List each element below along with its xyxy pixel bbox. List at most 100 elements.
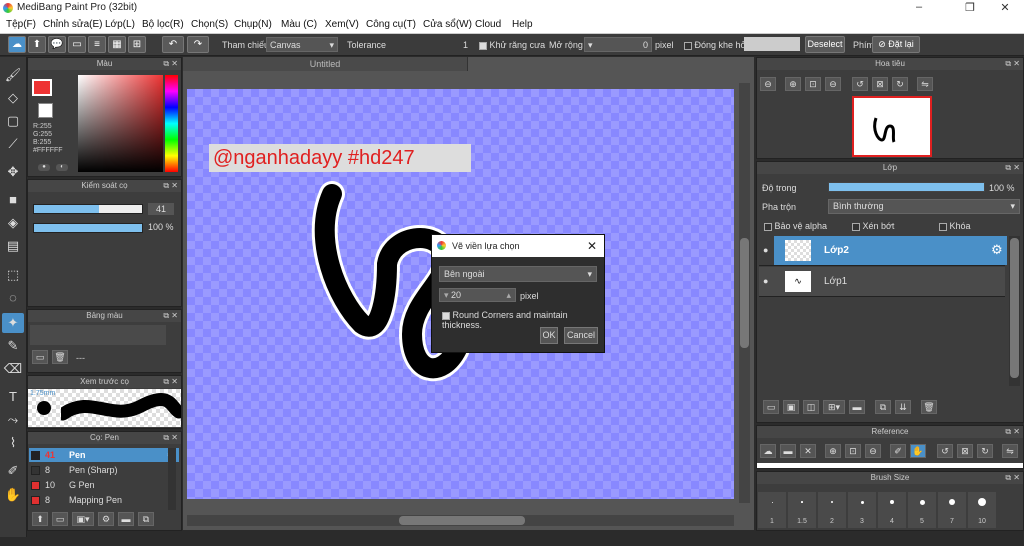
new-8bit-layer-icon[interactable]: ◫: [803, 400, 819, 414]
brush-item-mapping-pen[interactable]: 8 Mapping Pen: [29, 493, 179, 507]
rotate-left-icon[interactable]: ↺: [937, 444, 953, 458]
rotate-right-icon[interactable]: ↻: [977, 444, 993, 458]
eyedrop-color-icon[interactable]: ◐: [56, 164, 68, 171]
blend-mode-select[interactable]: Bình thường ▾: [828, 199, 1020, 214]
text-tool-icon[interactable]: T: [2, 387, 24, 407]
protect-alpha-checkbox[interactable]: Bảo vệ alpha: [764, 221, 827, 231]
select-eraser-tool-icon[interactable]: ⌫: [2, 359, 24, 379]
panel-close-icon[interactable]: ⧉ ✕: [163, 58, 178, 70]
hand-tool-icon[interactable]: ✋: [2, 485, 24, 505]
panel-close-icon[interactable]: ⧉ ✕: [1005, 58, 1020, 70]
dialog-close-icon[interactable]: ✕: [587, 235, 597, 257]
cloud-icon[interactable]: ☁: [760, 444, 776, 458]
layer-scrollbar[interactable]: [1009, 236, 1020, 386]
gear-icon[interactable]: ⚙: [991, 242, 1003, 258]
fit-icon[interactable]: ⊡: [845, 444, 861, 458]
undo-icon[interactable]: ↶: [162, 36, 184, 53]
layers-icon[interactable]: ⊞: [128, 36, 146, 53]
line-tool-icon[interactable]: ⟋: [2, 134, 24, 154]
rotate-left-icon[interactable]: ↺: [852, 77, 868, 91]
layer-opacity-bar[interactable]: [828, 182, 985, 192]
palette-area[interactable]: [30, 325, 166, 345]
saturation-value-picker[interactable]: [78, 75, 163, 172]
rectangle-tool-icon[interactable]: ▢: [2, 111, 24, 131]
operation-tool-icon[interactable]: ⤳: [2, 410, 24, 430]
deselect-button[interactable]: Deselect: [805, 36, 845, 53]
ok-button[interactable]: OK: [540, 327, 558, 344]
eye-icon[interactable]: ●: [763, 245, 768, 255]
brush-size-cell-10[interactable]: 10: [968, 492, 996, 528]
fit-canvas-icon[interactable]: ⊠: [957, 444, 973, 458]
panel-close-icon[interactable]: ⧉ ✕: [163, 310, 178, 322]
expand-input[interactable]: ▾ 0: [584, 37, 652, 52]
brush-item-g-pen[interactable]: 10 G Pen: [29, 478, 179, 492]
fit-icon[interactable]: ⊡: [805, 77, 821, 91]
clipping-checkbox[interactable]: Xén bớt: [852, 221, 894, 231]
minimize-button[interactable]: –: [904, 1, 934, 13]
layer-row[interactable]: ● ∿ Lớp1: [759, 267, 1005, 297]
hue-slider[interactable]: [165, 75, 178, 172]
save-icon[interactable]: ⬆: [28, 36, 46, 53]
new-layer-icon[interactable]: ▭: [763, 400, 779, 414]
foreground-color-swatch[interactable]: [32, 79, 52, 96]
brush-tool-icon[interactable]: 🖌: [2, 65, 24, 85]
gradient-tool-icon[interactable]: ▤: [2, 236, 24, 256]
eye-icon[interactable]: ●: [763, 276, 768, 286]
canvas-vertical-scrollbar[interactable]: [739, 83, 750, 503]
panel-close-icon[interactable]: ⧉ ✕: [1005, 472, 1020, 484]
brush-settings-icon[interactable]: ⚙: [98, 512, 114, 526]
close-window-button[interactable]: ✕: [990, 1, 1020, 14]
open-folder-icon[interactable]: ▬: [780, 444, 796, 458]
menu-select[interactable]: Chọn(S): [191, 19, 228, 30]
menu-tools[interactable]: Công cụ(T): [366, 19, 416, 30]
brush-size-cell-5[interactable]: 5: [908, 492, 936, 528]
new-brush-icon[interactable]: ▭: [52, 512, 68, 526]
canvas-horizontal-scrollbar[interactable]: [187, 515, 734, 526]
fill-rect-tool-icon[interactable]: ■: [2, 190, 24, 210]
brush-size-cell-7[interactable]: 7: [938, 492, 966, 528]
close-gap-field[interactable]: [744, 37, 800, 51]
new-palette-icon[interactable]: ▭: [32, 350, 48, 364]
duplicate-layer-icon[interactable]: ⧉: [875, 400, 891, 414]
hand-icon[interactable]: ✋: [910, 444, 926, 458]
canvas-tab[interactable]: Untitled: [183, 57, 468, 71]
canvas-hscroll-thumb[interactable]: [399, 516, 525, 525]
layer-row[interactable]: ● Lớp2 ⚙: [759, 236, 1007, 266]
flip-icon[interactable]: ⇋: [1002, 444, 1018, 458]
brush-size-cell-3[interactable]: 3: [848, 492, 876, 528]
menu-edit[interactable]: Chỉnh sửa(E): [43, 19, 103, 30]
panel-close-icon[interactable]: ⧉ ✕: [163, 180, 178, 192]
comment-icon[interactable]: 💬: [48, 36, 66, 53]
panel-close-icon[interactable]: ⧉ ✕: [163, 432, 178, 444]
brush-folder-icon[interactable]: ▬: [118, 512, 134, 526]
menu-filter[interactable]: Bộ lọc(R): [142, 19, 184, 30]
lasso-tool-icon[interactable]: ◌: [2, 288, 24, 308]
fit-canvas-icon[interactable]: ⊠: [872, 77, 888, 91]
layer-folder-icon[interactable]: ▬: [849, 400, 865, 414]
select-pen-tool-icon[interactable]: ✎: [2, 336, 24, 356]
menu-layer[interactable]: Lớp(L): [105, 19, 135, 30]
page-icon[interactable]: ▭: [68, 36, 86, 53]
brush-size-cell-2[interactable]: 2: [818, 492, 846, 528]
panel-close-icon[interactable]: ⧉ ✕: [163, 376, 178, 388]
eyedropper-icon[interactable]: ✐: [890, 444, 906, 458]
brush-menu-icon[interactable]: ▣▾: [72, 512, 94, 526]
restore-button[interactable]: ❐: [955, 1, 985, 14]
merge-layer-icon[interactable]: ⇊: [895, 400, 911, 414]
brush-size-cell-4[interactable]: 4: [878, 492, 906, 528]
bucket-tool-icon[interactable]: ◈: [2, 213, 24, 233]
brush-size-cell-1.5[interactable]: 1.5: [788, 492, 816, 528]
zoom-out-icon[interactable]: ⊖: [825, 77, 841, 91]
menu-window[interactable]: Cửa sổ(W): [423, 19, 472, 30]
stroke-width-input[interactable]: ▾ 20 ▴: [439, 288, 516, 302]
rotate-right-icon[interactable]: ↻: [892, 77, 908, 91]
navigator-thumbnail[interactable]: [852, 96, 932, 157]
dropper-tool-icon[interactable]: ⌇: [2, 433, 24, 453]
add-brush-icon[interactable]: ⬆: [32, 512, 48, 526]
flip-icon[interactable]: ⇋: [917, 77, 933, 91]
close-gap-checkbox[interactable]: Đóng khe hở: [684, 40, 746, 50]
canvas-vscroll-thumb[interactable]: [740, 238, 749, 348]
menu-file[interactable]: Tệp(F): [6, 19, 36, 30]
redo-icon[interactable]: ↷: [187, 36, 209, 53]
brush-opacity-bar[interactable]: [33, 223, 143, 233]
